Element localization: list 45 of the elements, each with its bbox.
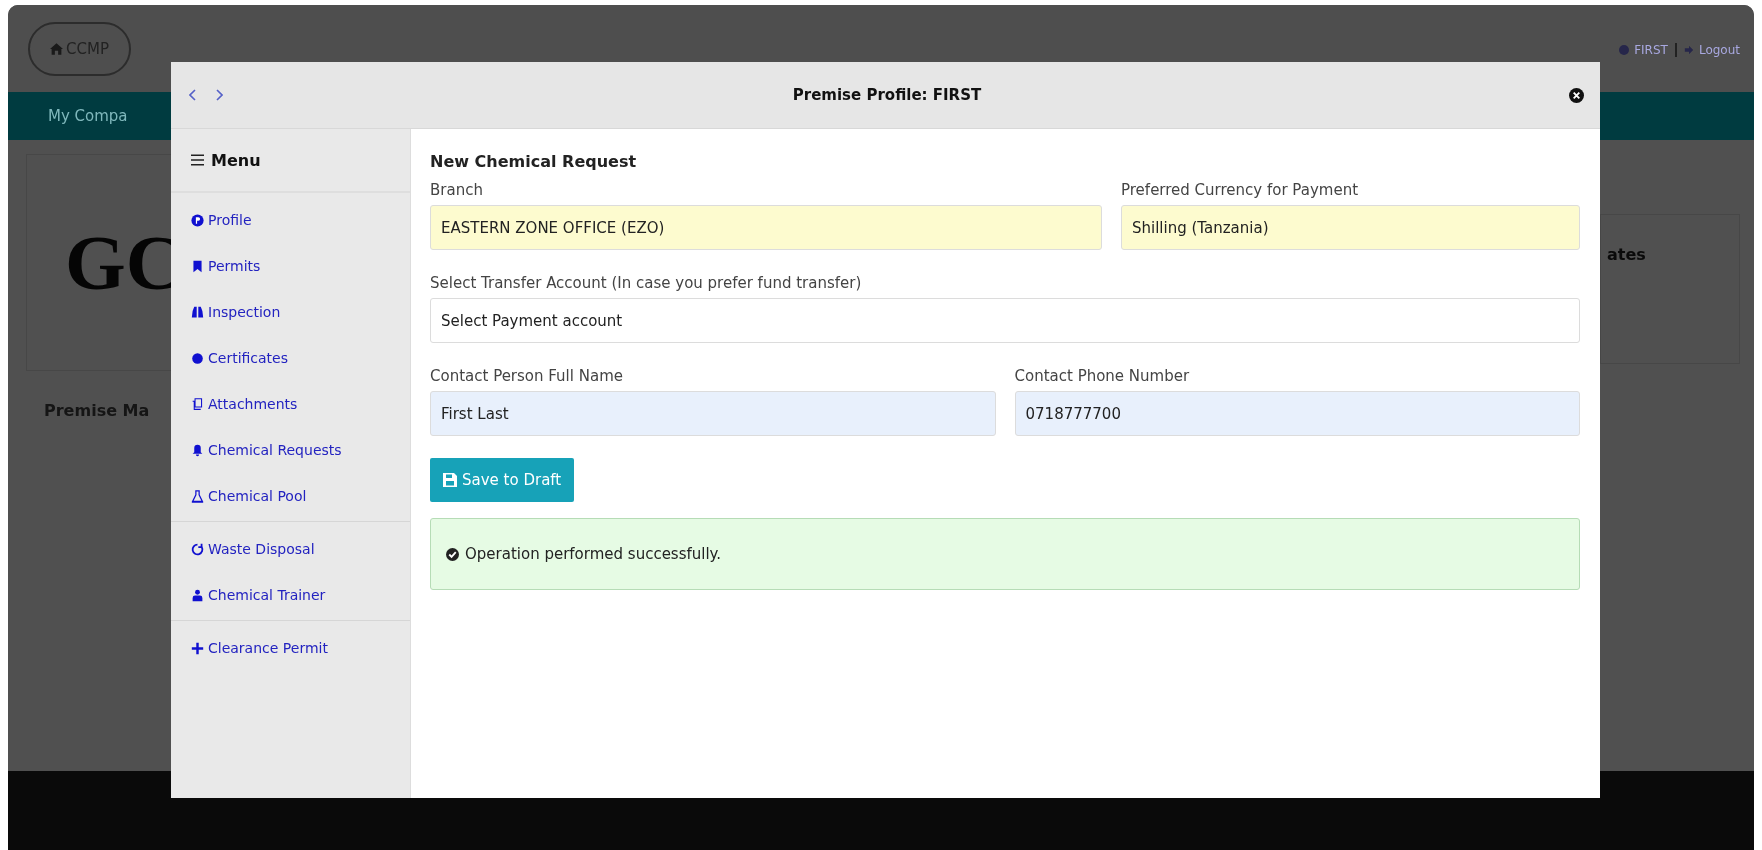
chevron-left-icon[interactable] — [189, 89, 197, 101]
bookmark-icon — [191, 259, 204, 273]
form-title: New Chemical Request — [430, 151, 638, 173]
user-link[interactable]: FIRST — [1634, 43, 1668, 57]
modal-title: Premise Profile: FIRST — [791, 86, 983, 104]
home-icon — [50, 42, 63, 55]
close-icon[interactable] — [1569, 87, 1584, 103]
flask-icon — [191, 489, 204, 503]
input-field[interactable]: 0718777700 — [1014, 391, 1580, 436]
field-label: Contact Person Full Name — [430, 366, 624, 387]
menu-item[interactable]: Chemical Pool — [171, 473, 410, 519]
select-field[interactable]: EASTERN ZONE OFFICE (EZO) — [430, 205, 1102, 250]
input-field[interactable]: First Last — [430, 391, 996, 436]
menu-item[interactable]: Permits — [171, 243, 410, 289]
field-label: Branch — [430, 180, 484, 201]
menu-item[interactable]: Profile — [171, 197, 410, 243]
menu-item[interactable]: Chemical Trainer — [171, 572, 410, 618]
plus-icon — [191, 641, 204, 655]
bell-icon — [191, 443, 204, 457]
menu-title: Menu — [211, 150, 261, 170]
select-field[interactable]: Shilling (Tanzania) — [1121, 205, 1580, 250]
side-card-title: ates — [1607, 245, 1646, 264]
dot-icon — [191, 351, 204, 365]
menu-icon — [191, 154, 204, 166]
success-alert: Operation performed successfully. — [430, 518, 1580, 590]
logout-link[interactable]: Logout — [1698, 43, 1740, 57]
field-label: Select Transfer Account (In case you prefer fund transfer) — [430, 273, 863, 294]
user-icon — [1619, 45, 1630, 55]
field-label: Contact Phone Number — [1014, 366, 1191, 387]
check-circle-icon — [446, 547, 459, 561]
select-field[interactable]: Select Payment account — [430, 298, 1580, 343]
menu-item[interactable]: Certificates — [171, 335, 410, 381]
menu-item[interactable]: Chemical Requests — [171, 427, 410, 473]
copy-icon — [191, 397, 204, 411]
chevron-right-icon[interactable] — [215, 89, 223, 101]
field-label: Preferred Currency for Payment — [1121, 180, 1360, 201]
panel-title: Premise Ma — [44, 401, 150, 420]
profile-icon — [191, 213, 204, 227]
menu-item[interactable]: Inspection — [171, 289, 410, 335]
logout-icon — [1683, 45, 1694, 55]
menu-item[interactable]: Attachments — [171, 381, 410, 427]
menu-item[interactable]: Waste Disposal — [171, 526, 410, 572]
nav-item[interactable]: My Compa — [48, 107, 128, 125]
menu-item[interactable]: Clearance Permit — [171, 625, 410, 671]
save-icon — [443, 473, 457, 487]
